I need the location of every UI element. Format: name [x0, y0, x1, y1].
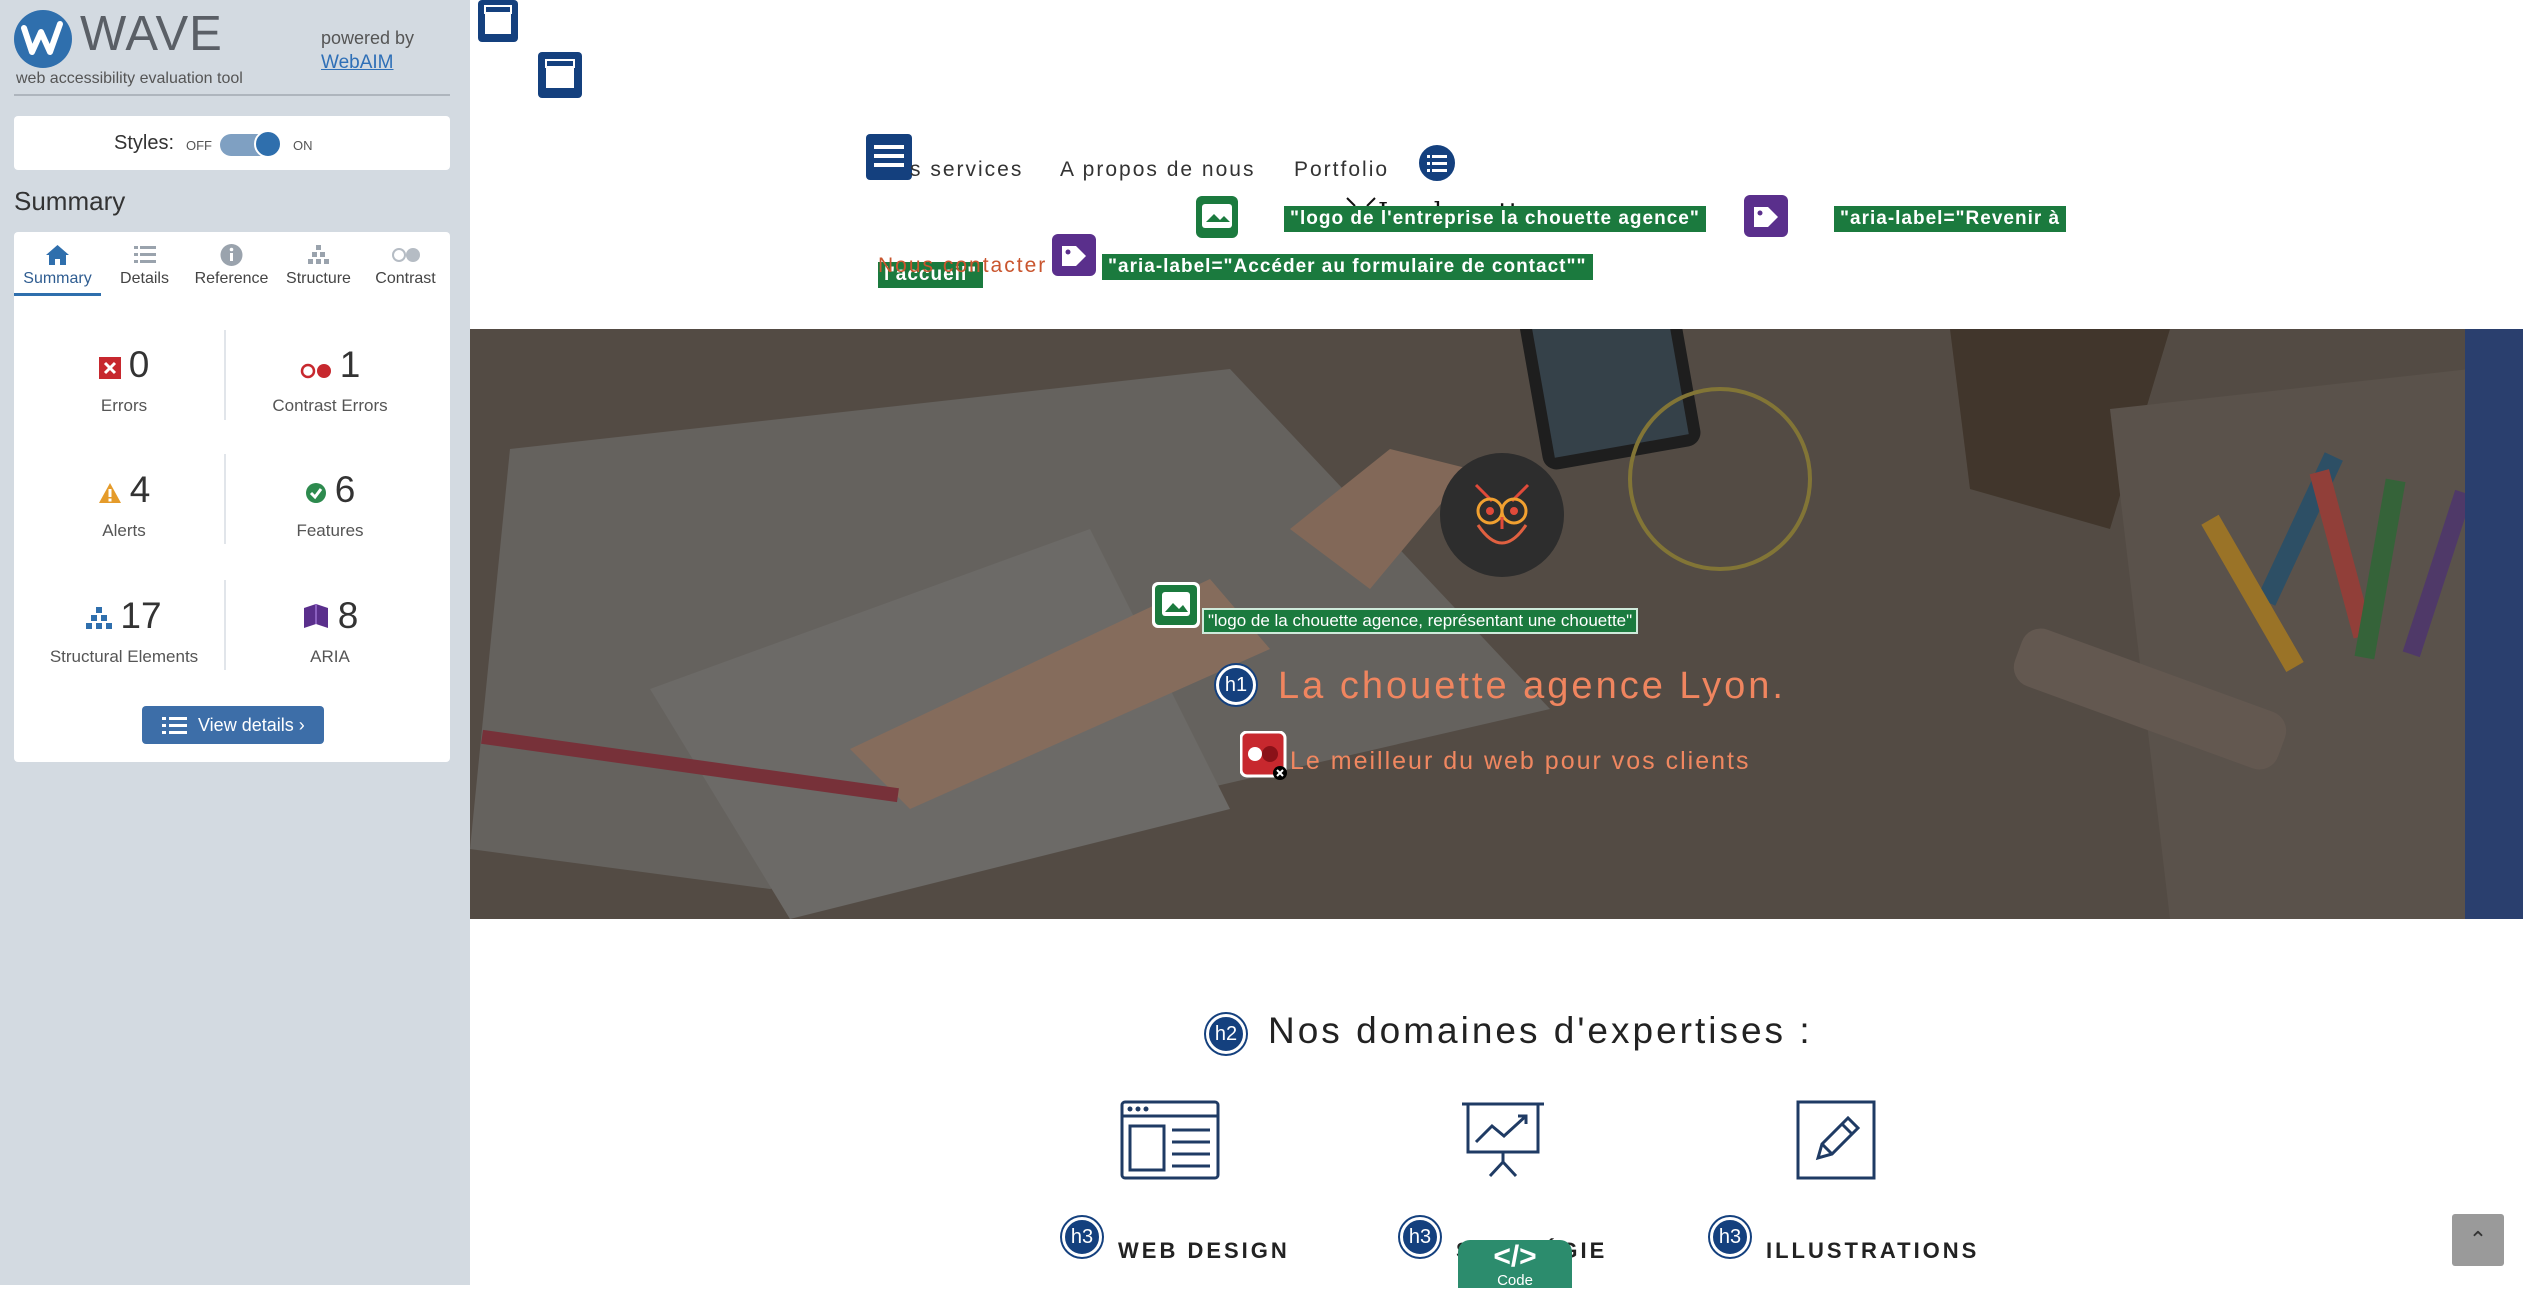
contrast-errors-count: 1 [339, 344, 361, 385]
tab-label: Details [120, 270, 169, 287]
view-details-label: View details › [198, 715, 305, 735]
nav-link-services[interactable]: s services [910, 158, 1023, 182]
wave-h1-badge[interactable]: h1 [1216, 665, 1256, 705]
aria-label-tag: "aria-label="Revenir à [1834, 206, 2067, 232]
styles-toggle-knob[interactable] [254, 130, 282, 158]
styles-on-label: ON [293, 138, 313, 153]
tab-label: Summary [23, 270, 92, 287]
nav-link-contact[interactable]: Nous contacter [878, 254, 1047, 278]
list-icon [162, 715, 188, 740]
tab-label: Structure [286, 270, 351, 287]
stat-aria[interactable]: 8 ARIA [230, 589, 430, 689]
styles-label: Styles: [114, 132, 175, 154]
structure-icon [275, 242, 362, 268]
nav-link-portfolio[interactable]: Portfolio [1294, 158, 1389, 182]
contrast-icon [362, 242, 449, 268]
wave-h3-badge[interactable]: h3 [1400, 1217, 1440, 1257]
features-count: 6 [334, 469, 356, 510]
summary-panel: Summary Details Reference Structure Cont… [14, 232, 450, 762]
contrast-errors-label: Contrast Errors [272, 396, 388, 415]
aria-label: ARIA [310, 647, 350, 666]
wave-list-icon[interactable] [1416, 142, 1458, 189]
divider [224, 580, 226, 670]
aria-label-tag: "aria-label="Accéder au formulaire de co… [1102, 254, 1593, 280]
wave-sidebar: WAVE web accessibility evaluation tool p… [0, 0, 470, 1285]
alerts-count: 4 [129, 469, 151, 510]
view-details-button[interactable]: View details › [142, 706, 324, 744]
info-icon [188, 242, 275, 268]
errors-count: 0 [128, 344, 150, 385]
structure-icon [86, 597, 113, 639]
nav-link-about[interactable]: A propos de nous [1060, 158, 1255, 182]
tab-reference[interactable]: Reference [188, 232, 275, 296]
wave-title: WAVE [80, 7, 223, 61]
code-icon: </> [1493, 1240, 1537, 1273]
features-label: Features [296, 521, 364, 540]
hero-edge-strip [2465, 329, 2523, 919]
structural-count: 17 [120, 595, 162, 636]
wave-region-icon[interactable] [538, 52, 582, 103]
alt-text-tag: "logo de l'entreprise la chouette agence… [1284, 206, 1706, 232]
divider [224, 330, 226, 420]
wave-h3-badge[interactable]: h3 [1710, 1217, 1750, 1257]
wave-linked-image-icon[interactable] [1196, 196, 1238, 243]
owl-logo-icon [1440, 453, 1564, 577]
divider [14, 94, 450, 96]
wave-tabs: Summary Details Reference Structure Cont… [14, 232, 450, 296]
web-layout-icon [1120, 1100, 1220, 1185]
presentation-chart-icon [1460, 1100, 1546, 1185]
summary-heading: Summary [14, 186, 126, 216]
contrast-error-icon [300, 346, 332, 388]
stat-errors[interactable]: 0 Errors [24, 338, 224, 438]
errors-label: Errors [100, 396, 148, 415]
pencil-icon [1796, 1100, 1876, 1185]
wave-subtitle: web accessibility evaluation tool [16, 70, 243, 87]
expertise-title: ILLUSTRATIONS [1766, 1238, 1980, 1263]
wave-aria-label-icon[interactable] [1744, 195, 1788, 242]
stat-contrast-errors[interactable]: 1 Contrast Errors [230, 338, 430, 438]
hero-banner: "logo de la chouette agence, représentan… [470, 329, 2523, 919]
wave-image-alt-icon[interactable] [1152, 582, 1200, 633]
tab-label: Contrast [375, 270, 436, 287]
structural-label: Structural Elements [49, 647, 199, 666]
home-icon [14, 242, 101, 268]
wave-navigation-icon[interactable] [866, 134, 912, 185]
divider [224, 454, 226, 544]
error-icon [98, 346, 121, 388]
tab-details[interactable]: Details [101, 232, 188, 296]
scroll-to-top-button[interactable]: ⌃ [2452, 1214, 2504, 1266]
alert-icon [98, 471, 122, 513]
hero-subtitle: Le meilleur du web pour vos clients [1290, 747, 1751, 775]
aria-icon [302, 597, 330, 639]
styles-toggle-box: Styles: OFF ON [14, 116, 450, 170]
list-icon [101, 242, 188, 268]
alt-text-tag: "logo de la chouette agence, représentan… [1202, 608, 1639, 634]
expertise-heading: Nos domaines d'expertises : [1268, 1010, 1813, 1051]
tab-structure[interactable]: Structure [275, 232, 362, 296]
feature-check-icon [305, 471, 327, 513]
tab-summary[interactable]: Summary [14, 232, 101, 296]
wave-aria-label-icon[interactable] [1052, 234, 1096, 281]
wave-header-region-icon[interactable] [478, 0, 518, 47]
aria-count: 8 [337, 595, 359, 636]
alerts-label: Alerts [102, 521, 146, 540]
powered-by-label: powered by [321, 28, 415, 48]
styles-off-label: OFF [186, 138, 212, 153]
wave-logo-icon [14, 10, 72, 68]
tab-contrast[interactable]: Contrast [362, 232, 449, 296]
wave-contrast-error-icon[interactable] [1239, 730, 1288, 786]
code-label: Code [1497, 1272, 1533, 1289]
website-preview: s services A propos de nous Portfolio La… [470, 0, 2523, 1285]
wave-h3-badge[interactable]: h3 [1062, 1217, 1102, 1257]
wave-h2-badge[interactable]: h2 [1206, 1014, 1246, 1054]
tab-label: Reference [194, 270, 269, 287]
stat-features[interactable]: 6 Features [230, 463, 430, 563]
wave-code-button[interactable]: </> Code [1458, 1240, 1572, 1289]
webaim-link[interactable]: WebAIM [321, 52, 394, 74]
hero-heading: La chouette agence Lyon. [1278, 665, 1786, 707]
expertise-title: WEB DESIGN [1118, 1238, 1290, 1263]
stat-alerts[interactable]: 4 Alerts [24, 463, 224, 563]
stat-structural[interactable]: 17 Structural Elements [24, 589, 224, 689]
